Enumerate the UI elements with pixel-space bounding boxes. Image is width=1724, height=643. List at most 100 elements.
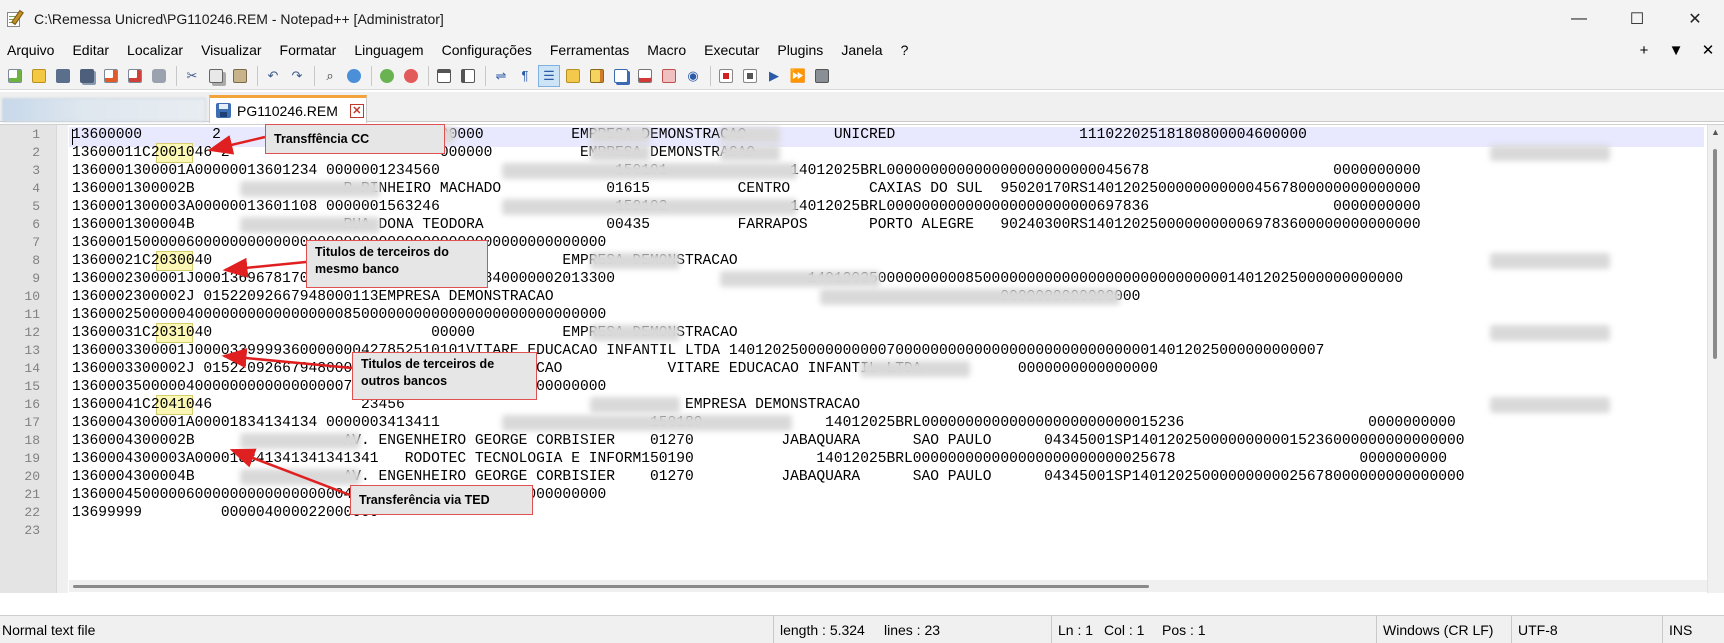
close-icon[interactable] (100, 65, 122, 87)
folder-workspace-icon[interactable] (634, 65, 656, 87)
tab-close-icon[interactable]: ✕ (349, 103, 364, 118)
run-macro-multiple-icon[interactable]: ⏩ (787, 65, 809, 87)
editor[interactable]: 1 2 3 4 5 6 7 8 9 10 11 12 13 14 15 16 1… (0, 124, 1724, 593)
line-number: 14 (24, 361, 40, 376)
toolbar-separator (314, 65, 315, 86)
line-number: 19 (24, 451, 40, 466)
redacted-area (1490, 325, 1610, 341)
menu-right-controls: + ▼ ✕ (1628, 38, 1724, 62)
cut-icon[interactable]: ✂ (181, 65, 203, 87)
redacted-area (502, 415, 792, 431)
line-number: 2 (32, 145, 40, 160)
record-macro-icon[interactable] (715, 65, 737, 87)
close-button[interactable]: ✕ (1666, 0, 1724, 38)
code-line: 13600000 2 000000 EMPRESA DEMONSTRACAO U… (72, 127, 1307, 143)
function-list-icon[interactable] (610, 65, 632, 87)
stop-record-icon[interactable] (739, 65, 761, 87)
zoom-out-icon[interactable] (400, 65, 422, 87)
line-number: 5 (32, 199, 40, 214)
code-line: 1360002500000400000000000000000850000000… (72, 307, 607, 323)
note-transf-ted: Transferência via TED (350, 485, 533, 515)
paste-icon[interactable] (229, 65, 251, 87)
user-language-icon[interactable] (562, 65, 584, 87)
redo-icon[interactable]: ↷ (286, 65, 308, 87)
doc-map-icon[interactable] (586, 65, 608, 87)
tab-pg110246[interactable]: PG110246.REM ✕ (209, 95, 367, 123)
redacted-area (720, 127, 780, 143)
maximize-button[interactable]: ☐ (1608, 0, 1666, 38)
save-macro-icon[interactable] (811, 65, 833, 87)
line-number: 7 (32, 235, 40, 250)
text-caret (72, 129, 73, 145)
redacted-area (720, 271, 880, 287)
menu-visualizar[interactable]: Visualizar (192, 38, 270, 62)
menu-plugins[interactable]: Plugins (768, 38, 832, 62)
new-file-icon[interactable] (4, 65, 26, 87)
redacted-area (590, 145, 650, 161)
line-number: 17 (24, 415, 40, 430)
menu-configuracoes[interactable]: Configurações (433, 38, 541, 62)
find-icon[interactable]: ⌕ (319, 65, 341, 87)
tab-list-dropdown[interactable]: ▼ (1660, 42, 1692, 59)
menu-formatar[interactable]: Formatar (271, 38, 346, 62)
close-document-button[interactable]: ✕ (1692, 41, 1724, 59)
line-number: 11 (24, 307, 40, 322)
line-number: 20 (24, 469, 40, 484)
save-all-icon[interactable] (76, 65, 98, 87)
redacted-area (1490, 145, 1610, 161)
code-line: 13699999 000004000022000000 (72, 505, 379, 521)
scroll-thumb[interactable] (1713, 149, 1717, 359)
scroll-up-icon[interactable]: ▲ (1711, 127, 1720, 137)
line-number: 16 (24, 397, 40, 412)
word-wrap-icon[interactable]: ⇌ (490, 65, 512, 87)
save-icon[interactable] (52, 65, 74, 87)
redacted-area (720, 145, 780, 161)
redacted-area (860, 361, 970, 377)
menu-editar[interactable]: Editar (63, 38, 118, 62)
hscroll-thumb[interactable] (73, 585, 1149, 588)
play-macro-icon[interactable]: ▶ (763, 65, 785, 87)
monitoring-icon[interactable] (658, 65, 680, 87)
menu-localizar[interactable]: Localizar (118, 38, 192, 62)
line-number: 23 (24, 523, 40, 538)
status-encoding[interactable]: UTF-8 (1511, 616, 1558, 643)
line-number: 10 (24, 289, 40, 304)
undo-icon[interactable]: ↶ (262, 65, 284, 87)
eye-icon[interactable]: ◉ (682, 65, 704, 87)
show-all-chars-icon[interactable]: ¶ (514, 65, 536, 87)
line-number: 8 (32, 253, 40, 268)
open-file-icon[interactable] (28, 65, 50, 87)
copy-icon[interactable] (205, 65, 227, 87)
sync-vertical-icon[interactable] (433, 65, 455, 87)
menu-ferramentas[interactable]: Ferramentas (541, 38, 638, 62)
menu-macro[interactable]: Macro (638, 38, 695, 62)
menu-arquivo[interactable]: Arquivo (0, 38, 63, 62)
status-file-type: Normal text file (2, 622, 96, 638)
line-number: 15 (24, 379, 40, 394)
tab-blurred[interactable] (2, 98, 206, 122)
print-icon[interactable] (148, 65, 170, 87)
menu-janela[interactable]: Janela (832, 38, 891, 62)
redacted-area (240, 181, 380, 197)
minimize-button[interactable]: — (1550, 0, 1608, 38)
redacted-area (240, 433, 360, 449)
menu-linguagem[interactable]: Linguagem (345, 38, 432, 62)
menu-help[interactable]: ? (892, 38, 918, 62)
menu-executar[interactable]: Executar (695, 38, 768, 62)
horizontal-scrollbar[interactable] (69, 580, 1707, 592)
indent-guide-icon[interactable]: ☰ (538, 64, 560, 87)
close-all-icon[interactable] (124, 65, 146, 87)
status-lines: lines : 23 (884, 622, 941, 638)
redacted-area (1490, 253, 1610, 269)
status-eol[interactable]: Windows (CR LF) (1376, 616, 1493, 643)
line-number: 12 (24, 325, 40, 340)
zoom-in-icon[interactable] (376, 65, 398, 87)
sync-horizontal-icon[interactable] (457, 65, 479, 87)
status-insert-mode[interactable]: INS (1662, 616, 1692, 643)
status-length: length : 5.324 (773, 616, 865, 643)
vertical-scrollbar[interactable]: ▲ (1707, 125, 1724, 593)
code-line: 1360003300002J 015220926679480000113EMPR… (72, 361, 1158, 377)
replace-icon[interactable] (343, 65, 365, 87)
note-transf-cc: Transffência CC (265, 124, 445, 154)
new-tab-button[interactable]: + (1628, 42, 1660, 59)
